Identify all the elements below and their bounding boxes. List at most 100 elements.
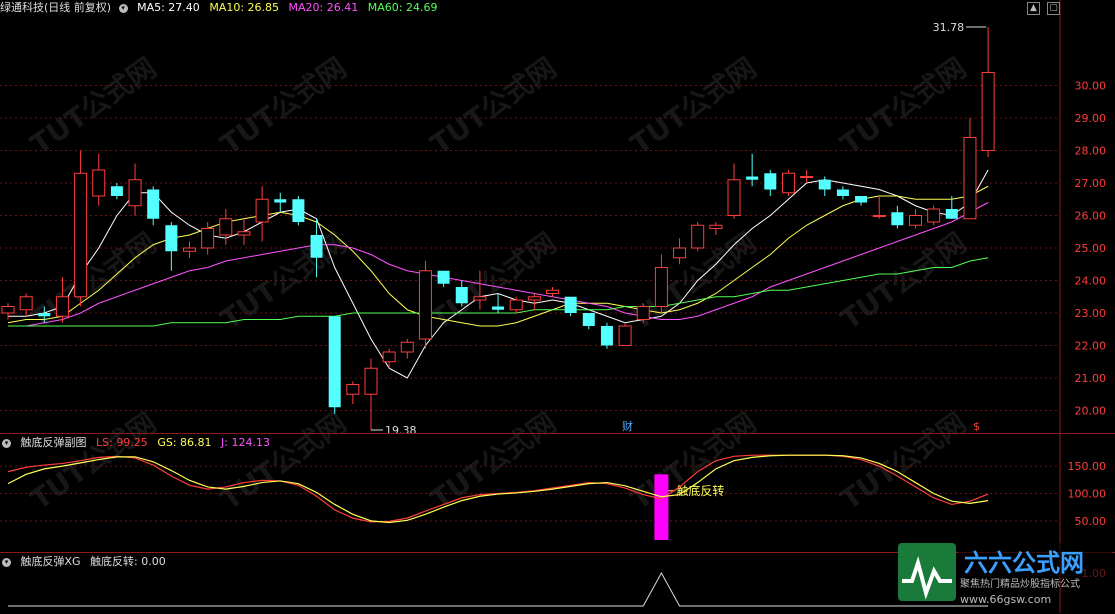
price-tick-label: 27.00	[1075, 177, 1107, 190]
candle-body	[764, 173, 777, 190]
candle-body	[781, 172, 795, 194]
panel-separator	[0, 433, 1115, 434]
candle-body	[92, 169, 106, 197]
price-tick-label: 25.00	[1075, 242, 1107, 255]
indicator-tick-label: 150.00	[1068, 460, 1107, 473]
signal-value-label: 触底反转: 0.00	[90, 555, 166, 568]
candle-body	[437, 270, 450, 284]
candle-body	[292, 199, 305, 222]
candle-body	[237, 231, 251, 236]
candle-body	[364, 367, 378, 395]
candle-body	[219, 218, 233, 236]
logo-slogan: 聚焦热门精品炒股指标公式	[960, 577, 1080, 590]
candle-body	[709, 224, 723, 229]
logo-url: www.66gsw.com	[960, 593, 1051, 606]
price-tick-label: 21.00	[1075, 372, 1107, 385]
main-panel-header: 绿通科技(日线 前复权) ▾ MA5: 27.40 MA10: 26.85 MA…	[0, 0, 443, 16]
candle-body	[509, 299, 523, 311]
candle-body	[600, 326, 613, 346]
candle-body	[654, 267, 668, 307]
candle-body	[727, 179, 741, 216]
candle-body	[673, 247, 687, 259]
price-tick-label: 20.00	[1075, 405, 1107, 418]
candle-body	[400, 341, 414, 353]
candle-body	[19, 296, 33, 311]
settings-icon[interactable]: ▾	[2, 557, 11, 567]
candle-body	[165, 225, 178, 252]
settings-icon[interactable]: ▾	[118, 3, 128, 13]
candle-body	[55, 296, 69, 317]
indicator-tick-label: 50.00	[1075, 515, 1107, 528]
price-tick-label: 23.00	[1075, 307, 1107, 320]
indicator-tick-label: 100.00	[1068, 488, 1107, 501]
candle-body	[891, 212, 904, 226]
candle-body	[1, 306, 15, 314]
candle-body	[927, 208, 941, 223]
candle-body	[110, 186, 123, 196]
candle-body	[855, 196, 868, 203]
candle-body	[382, 351, 396, 363]
ma60-label: MA60: 24.69	[367, 1, 438, 14]
ma10-label: MA10: 26.85	[209, 1, 280, 14]
candle-body	[836, 189, 849, 196]
candle-body	[128, 179, 142, 207]
candle-body	[582, 313, 595, 326]
ls-label: LS: 99.25	[96, 436, 148, 449]
logo-brand: 六六公式网	[964, 549, 1084, 577]
ma5-label: MA5: 27.40	[137, 1, 200, 14]
settings-icon[interactable]: ▾	[2, 438, 11, 448]
candle-body	[274, 199, 287, 203]
signal-bar	[654, 474, 669, 540]
gs-label: GS: 86.81	[157, 436, 212, 449]
j-label: J: 124.13	[221, 436, 270, 449]
dollar-marker: $	[973, 420, 980, 433]
price-tick-label: 24.00	[1075, 275, 1107, 288]
candle-body	[909, 215, 922, 226]
high-price-label: 31.78	[933, 21, 965, 34]
candle-body	[546, 289, 559, 294]
candle-body	[963, 137, 977, 220]
candle-body	[636, 306, 650, 320]
sub2-panel-header: ▾ 触底反弹XG 触底反转: 0.00	[0, 554, 172, 570]
maximize-icon[interactable]: ▲	[1027, 2, 1040, 15]
candle-body	[346, 384, 360, 395]
candle-body	[473, 296, 487, 301]
price-tick-label: 26.00	[1075, 210, 1107, 223]
stock-chart[interactable]: 30.00 29.00 28.00 27.00 26.00 25.00 24.00 23.00…	[0, 0, 1115, 613]
candle-body	[492, 306, 505, 310]
low-price-label: 19.38	[385, 424, 417, 437]
candle-body	[746, 176, 759, 180]
sub2-title: 触底反弹XG	[20, 555, 81, 568]
candle-body	[618, 325, 632, 346]
main-chart-title: 绿通科技(日线 前复权)	[0, 1, 112, 14]
signal-line	[8, 571, 989, 607]
indicator-line-gs	[7, 454, 989, 524]
signal-label: 触底反转	[676, 483, 724, 498]
ma-line-ma60	[8, 257, 989, 327]
candle-body	[418, 270, 432, 340]
candle-body	[981, 72, 995, 151]
candle-body	[74, 172, 88, 298]
candle-body	[800, 176, 814, 178]
indicator-line-ls	[7, 454, 989, 523]
candle-body	[38, 313, 51, 317]
candle-body	[691, 224, 705, 249]
candle-body	[564, 296, 577, 313]
candle-body	[945, 209, 958, 219]
candle-body	[147, 189, 160, 219]
price-tick-label: 28.00	[1075, 145, 1107, 158]
candle-body	[310, 235, 323, 258]
sub1-title: 触底反弹副图	[20, 436, 87, 449]
restore-icon[interactable]: ▢	[1047, 2, 1060, 15]
candle-body	[255, 198, 269, 223]
site-logo: 六六公式网 聚焦热门精品炒股指标公式 www.66gsw.com	[898, 543, 1112, 611]
candle-body	[527, 296, 541, 301]
ma20-label: MA20: 26.41	[288, 1, 359, 14]
candle-body	[183, 247, 196, 252]
candle-body	[201, 228, 215, 249]
candle-body	[818, 179, 831, 190]
price-tick-label: 22.00	[1075, 340, 1107, 353]
sub1-panel-header: ▾ 触底反弹副图 LS: 99.25 GS: 86.81 J: 124.13	[0, 435, 276, 451]
candle-body	[872, 215, 886, 217]
price-tick-label: 29.00	[1075, 112, 1107, 125]
